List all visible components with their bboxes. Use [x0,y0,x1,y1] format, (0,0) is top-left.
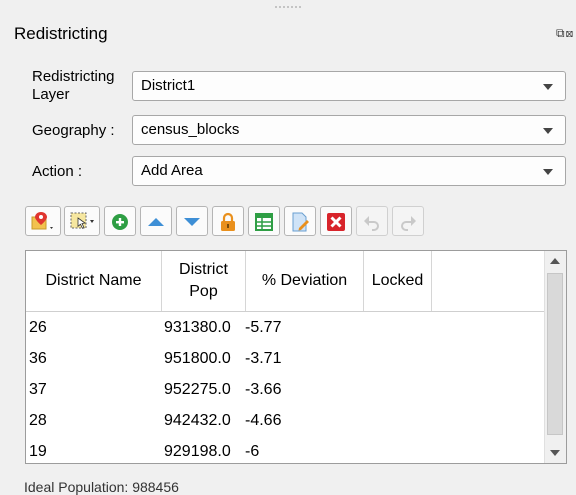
cell-deviation: -4.66 [245,412,282,429]
geography-select[interactable]: census_blocks [132,115,566,145]
scroll-down-icon[interactable] [550,450,560,456]
layer-select[interactable]: District1 [132,71,566,101]
table-row[interactable]: 26 931380.0 -5.77 [26,312,546,343]
select-tool-button[interactable] [64,206,100,236]
lock-icon [221,212,235,231]
float-close-icons[interactable]: ⧉⊠ [556,26,574,41]
chevron-down-icon [543,84,553,90]
cell-deviation: -3.66 [245,381,282,398]
geography-select-value: census_blocks [141,121,240,138]
cell-district-pop: 942432.0 [164,412,231,429]
ideal-population-label: Ideal Population: 988456 [24,479,179,495]
table-header: District Name District Pop % Deviation L… [26,251,546,312]
table-row[interactable]: 36 951800.0 -3.71 [26,343,546,374]
layer-label: Redistricting Layer [32,68,115,103]
header-locked[interactable]: Locked [364,251,432,311]
action-select[interactable]: Add Area [132,156,566,186]
cell-district-pop: 931380.0 [164,319,231,336]
header-district-name[interactable]: District Name [26,251,162,311]
delete-x-icon [327,213,345,231]
geography-label: Geography : [32,122,115,139]
move-up-button[interactable] [140,206,172,236]
table-icon [255,213,273,231]
scroll-thumb[interactable] [547,273,563,435]
arrow-up-icon [148,218,164,226]
header-district-pop[interactable]: District Pop [162,251,246,311]
undo-icon [364,216,379,231]
layer-select-value: District1 [141,77,196,94]
panel-title: Redistricting [14,24,108,43]
arrow-down-icon [184,218,200,226]
add-district-button[interactable] [104,206,136,236]
action-select-value: Add Area [141,162,203,179]
vertical-scrollbar[interactable] [544,251,566,463]
select-features-icon [70,212,94,229]
scroll-up-icon[interactable] [550,258,560,264]
chevron-down-icon [543,169,553,175]
attribute-table-button[interactable] [248,206,280,236]
edit-document-icon [292,212,309,232]
cell-district-name: 36 [29,350,47,367]
edit-button[interactable] [284,206,316,236]
cell-deviation: -5.77 [245,319,282,336]
cell-district-name: 19 [29,443,47,460]
cell-district-name: 26 [29,319,47,336]
table-row[interactable]: 37 952275.0 -3.66 [26,374,546,405]
cell-district-pop: 929198.0 [164,443,231,460]
map-pin-icon [31,212,53,230]
cell-deviation: -6 [245,443,260,460]
chevron-down-icon [543,128,553,134]
map-pin-tool-button[interactable] [25,206,61,236]
undo-button[interactable] [356,206,388,236]
redo-button[interactable] [392,206,424,236]
delete-button[interactable] [320,206,352,236]
drag-handle[interactable] [275,6,301,10]
plus-circle-icon [112,214,128,230]
districts-table: District Name District Pop % Deviation L… [25,250,567,464]
move-down-button[interactable] [176,206,208,236]
header-deviation[interactable]: % Deviation [246,251,364,311]
redo-icon [401,216,416,231]
cell-district-pop: 952275.0 [164,381,231,398]
cell-deviation: -3.71 [245,350,282,367]
cell-district-name: 28 [29,412,47,429]
action-label: Action : [32,163,83,180]
table-row[interactable]: 19 929198.0 -6 [26,436,546,463]
table-row[interactable]: 28 942432.0 -4.66 [26,405,546,436]
cell-district-name: 37 [29,381,47,398]
cell-district-pop: 951800.0 [164,350,231,367]
lock-button[interactable] [212,206,244,236]
